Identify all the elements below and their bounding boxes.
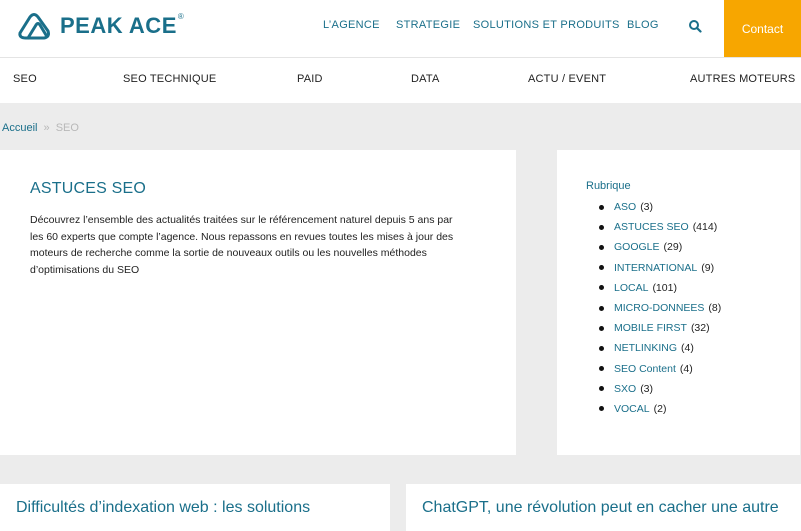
rubrique-item-seo-content: SEO Content (4): [599, 359, 721, 379]
nav-agence[interactable]: L’AGENCE: [323, 19, 380, 31]
rubrique-link[interactable]: ASO: [614, 201, 636, 213]
bullet-icon: [599, 345, 604, 351]
rubrique-count: (3): [640, 382, 654, 395]
breadcrumb-current: SEO: [55, 122, 79, 134]
rubrique-item-local: LOCAL (101): [599, 278, 721, 298]
rubrique-item-mobile-first: MOBILE FIRST (32): [599, 318, 721, 338]
rubrique-link[interactable]: ASTUCES SEO: [614, 221, 689, 233]
intro-line: d’optimisations du SEO: [30, 263, 140, 276]
breadcrumb-home[interactable]: Accueil: [2, 122, 37, 134]
bullet-icon: [599, 204, 604, 210]
bullet-icon: [599, 406, 604, 412]
rubrique-item-sxo: SXO (3): [599, 379, 721, 399]
top-header: PEAK ACE ® L’AGENCE STRATEGIE SOLUTIONS …: [0, 0, 801, 57]
rubrique-count: (8): [708, 302, 722, 315]
bullet-icon: [599, 265, 604, 271]
page-title: ASTUCES SEO: [30, 180, 147, 197]
nav-solutions-produits[interactable]: SOLUTIONS ET PRODUITS: [473, 19, 620, 31]
post-card[interactable]: ChatGPT, une révolution peut en cacher u…: [406, 484, 801, 531]
intro-line: Découvrez l’ensemble des actualités trai…: [30, 214, 453, 226]
rubrique-count: (101): [652, 281, 677, 294]
bullet-icon: [599, 224, 604, 230]
intro-line: les 60 experts que compte l’agence. Nous…: [30, 230, 454, 243]
rubrique-count: (3): [640, 201, 654, 214]
post-card[interactable]: Difficultés d’indexation web : les solut…: [0, 484, 390, 531]
bullet-icon: [599, 325, 604, 331]
category-seo-technique[interactable]: SEO TECHNIQUE: [123, 73, 216, 85]
intro-description: Découvrez l’ensemble des actualités trai…: [30, 212, 490, 278]
rubrique-link[interactable]: MOBILE FIRST: [614, 322, 687, 334]
rubrique-item-netlinking: NETLINKING (4): [599, 338, 721, 358]
rubrique-item-international: INTERNATIONAL (9): [599, 258, 721, 278]
breadcrumb-separator: »: [43, 122, 50, 134]
bullet-icon: [599, 244, 604, 250]
rubrique-count: (29): [663, 241, 683, 254]
rubrique-link[interactable]: SEO Content: [614, 363, 676, 375]
rubrique-item-aso: ASO (3): [599, 197, 721, 217]
post-title[interactable]: ChatGPT, une révolution peut en cacher u…: [422, 499, 779, 517]
rubrique-item-google: GOOGLE (29): [599, 237, 721, 257]
category-nav: SEO SEO TECHNIQUE PAID DATA ACTU / EVENT…: [0, 57, 801, 103]
bullet-icon: [599, 305, 604, 311]
rubrique-count: (414): [692, 221, 718, 234]
category-seo[interactable]: SEO: [13, 73, 37, 85]
peak-ace-logo-icon: [18, 13, 50, 40]
rubrique-link[interactable]: INTERNATIONAL: [614, 262, 697, 274]
category-paid[interactable]: PAID: [297, 73, 323, 85]
rubrique-link[interactable]: GOOGLE: [614, 241, 660, 253]
nav-blog[interactable]: BLOG: [627, 19, 659, 31]
bullet-icon: [599, 285, 604, 291]
rubrique-count: (32): [690, 322, 710, 335]
logo-registered-mark: ®: [177, 11, 184, 21]
rubrique-item-astuces-seo: ASTUCES SEO (414): [599, 217, 721, 237]
bullet-icon: [599, 386, 604, 392]
rubrique-link[interactable]: SXO: [614, 383, 636, 395]
rubrique-title: Rubrique: [586, 180, 631, 192]
category-data[interactable]: DATA: [411, 73, 440, 85]
rubrique-item-micro-donnees: MICRO-DONNEES (8): [599, 298, 721, 318]
rubrique-link[interactable]: VOCAL: [614, 403, 650, 415]
rubrique-link[interactable]: NETLINKING: [614, 342, 677, 354]
rubrique-list: ASO (3) ASTUCES SEO (414) GOOGLE (29) INTER…: [599, 197, 721, 419]
category-actu-event[interactable]: ACTU / EVENT: [528, 73, 606, 85]
rubrique-link[interactable]: MICRO-DONNEES: [614, 302, 704, 314]
nav-strategie[interactable]: STRATEGIE: [396, 19, 460, 31]
rubrique-link[interactable]: LOCAL: [614, 282, 648, 294]
logo-text: PEAK ACE: [60, 13, 177, 38]
rubrique-widget: Rubrique ASO (3) ASTUCES SEO (414) GOOGLE(…: [557, 150, 800, 455]
intro-line: moteurs de recherche comme la sortie de …: [30, 247, 427, 259]
logo[interactable]: PEAK ACE ®: [16, 11, 184, 41]
category-autres-moteurs[interactable]: AUTRES MOTEURS: [690, 73, 795, 85]
bullet-icon: [599, 366, 604, 372]
rubrique-count: (2): [653, 402, 667, 415]
category-intro-card: ASTUCES SEO Découvrez l’ensemble des act…: [0, 150, 516, 455]
rubrique-count: (4): [681, 342, 694, 355]
rubrique-item-vocal: VOCAL (2): [599, 399, 721, 419]
contact-button[interactable]: Contact: [724, 0, 801, 57]
search-icon[interactable]: [688, 19, 704, 35]
breadcrumb: Accueil » SEO: [2, 122, 79, 134]
rubrique-count: (4): [679, 362, 693, 375]
rubrique-count: (9): [701, 261, 715, 274]
post-title[interactable]: Difficultés d’indexation web : les solut…: [16, 499, 310, 517]
